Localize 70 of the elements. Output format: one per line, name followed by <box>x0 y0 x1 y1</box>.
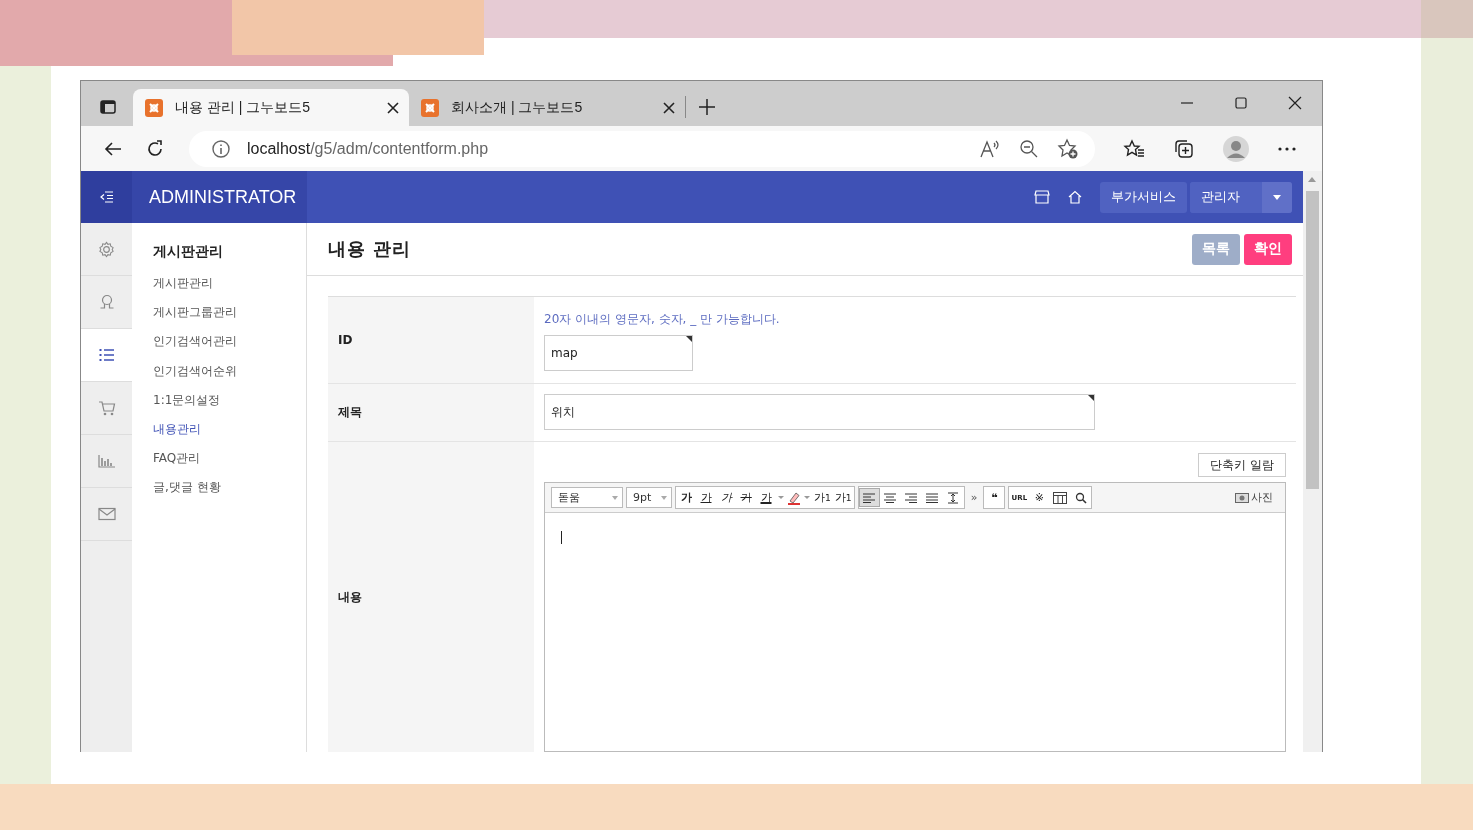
close-icon[interactable] <box>387 101 399 114</box>
add-favorite-icon[interactable] <box>1057 137 1079 160</box>
menu-link[interactable]: 게시판그룹관리 <box>153 304 306 334</box>
id-field[interactable]: map <box>544 335 693 371</box>
menu-heading: 게시판관리 <box>153 243 224 261</box>
text-cursor <box>561 531 562 544</box>
maximize-icon[interactable] <box>1234 96 1248 110</box>
field-label: 제목 <box>328 384 534 441</box>
color-button[interactable]: 가 <box>756 488 776 507</box>
shop-icon[interactable] <box>1034 190 1050 204</box>
field-label: 내용 <box>328 442 534 752</box>
profile-avatar[interactable] <box>1223 135 1249 162</box>
underline-button[interactable]: 가 <box>696 488 716 507</box>
nav-list-tab[interactable] <box>81 329 132 382</box>
field-label: ID <box>328 297 534 383</box>
collections-icon[interactable] <box>1173 137 1195 160</box>
cart-icon <box>97 400 116 416</box>
bar-chart-icon <box>97 454 116 468</box>
zoom-out-icon[interactable] <box>1019 138 1039 159</box>
highlight-icon[interactable] <box>787 490 801 505</box>
menu-link[interactable]: 인기검색어순위 <box>153 362 306 392</box>
favorites-icon[interactable] <box>1123 138 1145 159</box>
url-text: localhost/g5/adm/contentform.php <box>247 139 489 158</box>
favicon-icon <box>145 98 163 117</box>
size-select[interactable]: 9pt <box>626 487 672 508</box>
menu-icon <box>99 191 114 203</box>
menu-link[interactable]: 게시판관리 <box>153 275 306 305</box>
close-icon[interactable] <box>663 101 675 114</box>
shortcut-list-button[interactable]: 단축키 일람 <box>1198 453 1286 477</box>
caret-icon <box>1273 194 1281 200</box>
new-tab-icon[interactable] <box>698 98 716 116</box>
home-icon[interactable] <box>1068 190 1082 204</box>
help-text: 20자 이내의 영문자, 숫자, _ 만 가능합니다. <box>544 311 781 328</box>
more-icon[interactable] <box>1277 145 1297 152</box>
camera-icon <box>1235 492 1249 503</box>
refresh-icon[interactable] <box>145 138 165 159</box>
menu-link[interactable]: 글,댓글 현황 <box>153 479 306 509</box>
tab-actions-icon[interactable] <box>99 98 117 116</box>
more-button[interactable]: » <box>967 491 981 504</box>
quote-button[interactable]: ❝ <box>984 488 1005 507</box>
menu-link[interactable]: 인기검색어관리 <box>153 333 306 363</box>
menu-link[interactable]: 1:1문의설정 <box>153 391 306 421</box>
browser-tab[interactable]: 내용 관리 | 그누보드5 <box>133 89 409 126</box>
menu-link[interactable]: 내용관리 <box>153 420 306 451</box>
scrollbar[interactable] <box>1303 171 1322 752</box>
align-left-icon[interactable] <box>858 488 880 507</box>
page-title: 내용 관리 <box>328 237 412 261</box>
settings-icon <box>98 240 115 258</box>
menu-link[interactable]: FAQ관리 <box>153 450 306 480</box>
font-select[interactable]: 돋움 <box>551 487 623 508</box>
favicon-icon <box>421 98 439 117</box>
address-bar[interactable]: localhost/g5/adm/contentform.php <box>189 130 1095 167</box>
subject-field[interactable]: 위치 <box>544 394 1095 430</box>
photo-button[interactable]: 사진 <box>1229 487 1279 508</box>
person-icon <box>98 294 115 310</box>
list-icon <box>98 348 115 362</box>
close-icon[interactable] <box>1288 96 1302 110</box>
strike-button[interactable]: 가 <box>736 488 756 507</box>
admin-brand[interactable]: ADMINISTRATOR <box>132 171 307 223</box>
info-icon <box>211 138 231 159</box>
menu-toggle[interactable] <box>81 171 132 223</box>
mail-icon <box>97 507 116 521</box>
symbol-button[interactable]: ※ <box>1029 488 1050 507</box>
extra-services-button[interactable]: 부가서비스 <box>1100 181 1187 213</box>
slide-decoration <box>1421 0 1473 38</box>
bold-button[interactable]: 가 <box>676 488 696 507</box>
browser-tab[interactable]: 회사소개 | 그누보드5 <box>409 89 685 126</box>
read-aloud-icon[interactable] <box>979 138 1001 159</box>
italic-button[interactable]: 가 <box>716 488 736 507</box>
dropdown-button[interactable] <box>1262 181 1292 213</box>
